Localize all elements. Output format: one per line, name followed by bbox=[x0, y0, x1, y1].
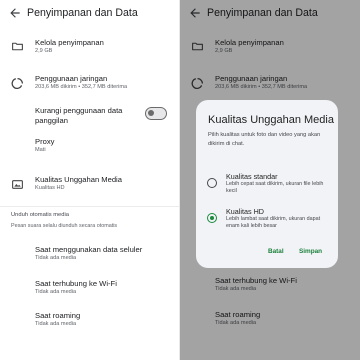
section-header-auto-download: Unduh otomatis media bbox=[11, 212, 70, 218]
reduce-data-toggle[interactable] bbox=[145, 107, 167, 120]
settings-item-network-usage[interactable]: Penggunaan jaringan 203,6 MB dikirim • 3… bbox=[0, 70, 180, 96]
settings-item-proxy[interactable]: Proxy Mati bbox=[0, 134, 180, 158]
settings-item-title: Kurangi penggunaan data panggilan bbox=[35, 106, 123, 125]
media-quality-dialog: Kualitas Unggahan Media Pilih kualitas u… bbox=[196, 100, 338, 268]
dialog-title: Kualitas Unggahan Media bbox=[208, 114, 334, 126]
settings-item-subtitle: Tidak ada media bbox=[35, 289, 77, 295]
settings-item-title: Saat roaming bbox=[35, 311, 81, 320]
option-title-standard[interactable]: Kualitas standar bbox=[226, 172, 278, 181]
settings-item-title: Saat terhubung ke Wi-Fi bbox=[35, 279, 117, 288]
option-title-hd[interactable]: Kualitas HD bbox=[226, 207, 264, 216]
settings-screen: Penyimpanan dan Data Kelola penyimpanan … bbox=[0, 0, 180, 360]
app-bar: Penyimpanan dan Data bbox=[0, 0, 180, 28]
settings-item-title: Penggunaan jaringan bbox=[35, 74, 108, 83]
settings-item-subtitle: 203,6 MB dikirim • 352,7 MB diterima bbox=[35, 84, 128, 90]
settings-item-title: Kualitas Unggahan Media bbox=[35, 175, 122, 184]
settings-item-subtitle: Kualitas HD bbox=[35, 185, 65, 191]
radio-standard-quality[interactable] bbox=[207, 178, 217, 188]
auto-download-item-roaming[interactable]: Saat roaming Tidak ada media bbox=[0, 307, 180, 333]
save-button[interactable]: Simpan bbox=[299, 248, 322, 255]
settings-item-subtitle: Mati bbox=[35, 147, 46, 153]
option-subtitle-hd: Lebih lambat saat dikirim, ukuran dapat … bbox=[226, 216, 321, 229]
settings-item-title: Saat menggunakan data seluler bbox=[35, 245, 143, 254]
settings-item-subtitle: 2,9 GB bbox=[35, 48, 53, 54]
auto-download-item-wifi[interactable]: Saat terhubung ke Wi-Fi Tidak ada media bbox=[0, 275, 180, 301]
toggle-knob bbox=[148, 110, 154, 116]
data-usage-icon bbox=[11, 77, 24, 90]
radio-hd-quality[interactable] bbox=[207, 213, 217, 223]
settings-item-title: Kelola penyimpanan bbox=[35, 38, 104, 47]
settings-item-subtitle: Tidak ada media bbox=[35, 255, 77, 261]
image-quality-icon bbox=[12, 180, 23, 189]
page-title: Penyimpanan dan Data bbox=[27, 7, 138, 19]
settings-item-title: Proxy bbox=[35, 137, 55, 146]
cancel-button[interactable]: Batal bbox=[268, 248, 284, 255]
folder-icon bbox=[12, 42, 23, 51]
settings-item-subtitle: Tidak ada media bbox=[35, 321, 77, 327]
auto-download-item-mobile-data[interactable]: Saat menggunakan data seluler Tidak ada … bbox=[0, 241, 180, 267]
settings-item-manage-storage[interactable]: Kelola penyimpanan 2,9 GB bbox=[0, 34, 180, 60]
radio-selected-dot bbox=[209, 215, 214, 220]
settings-item-media-upload-quality[interactable]: Kualitas Unggahan Media Kualitas HD bbox=[0, 170, 180, 196]
section-description: Pesan suara selalu diunduh secara otomat… bbox=[11, 223, 118, 229]
option-subtitle-standard: Lebih cepat saat dikirim, ukuran file le… bbox=[226, 181, 324, 194]
dialog-description: Pilih kualitas untuk foto dan video yang… bbox=[208, 132, 321, 147]
back-arrow-icon[interactable] bbox=[8, 6, 22, 20]
section-divider bbox=[0, 206, 180, 207]
